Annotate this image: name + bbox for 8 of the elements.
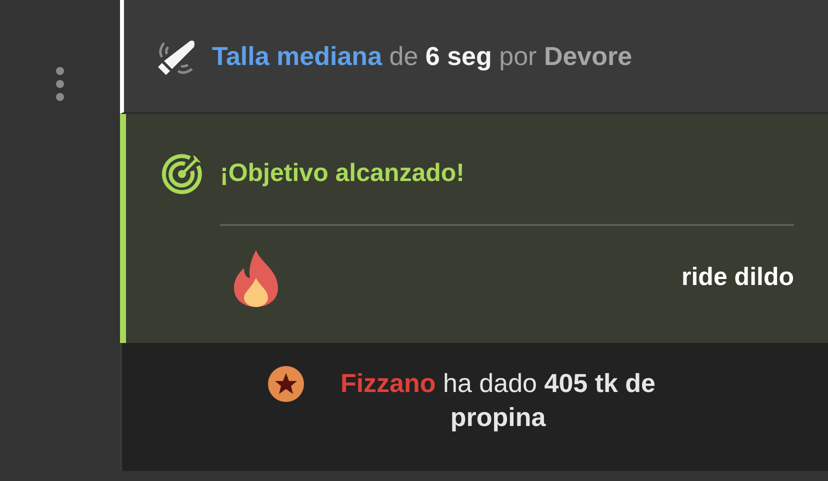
goal-reward: ride dildo [682, 262, 794, 294]
tip-activity-text: Talla mediana de 6 seg por Devore [212, 40, 632, 72]
more-options-icon[interactable] [55, 66, 65, 102]
tip-message: Fizzano ha dado 405 tk de propina [339, 367, 657, 434]
star-badge-icon [267, 365, 305, 403]
fire-icon [232, 248, 280, 308]
goal-title: ¡Objetivo alcanzado! [220, 158, 464, 190]
target-icon [160, 152, 204, 196]
